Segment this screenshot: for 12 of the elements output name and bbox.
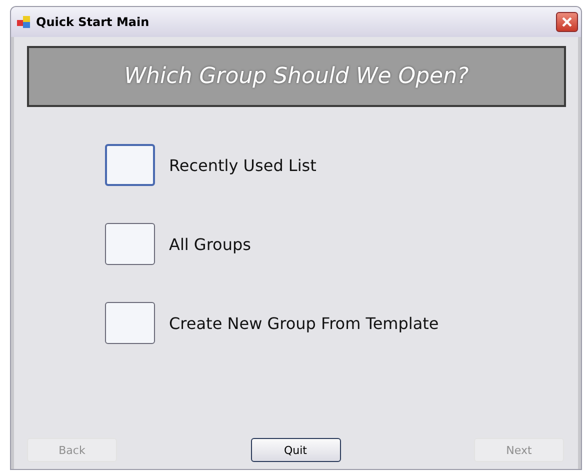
option-button[interactable] xyxy=(105,144,155,186)
option-button[interactable] xyxy=(105,302,155,344)
option-label: Create New Group From Template xyxy=(169,314,439,332)
option-label: All Groups xyxy=(169,234,251,254)
banner-heading: Which Group Should We Open? xyxy=(124,64,469,89)
option-button[interactable] xyxy=(105,223,155,265)
app-icon xyxy=(17,16,31,28)
window-title: Quick Start Main xyxy=(36,15,150,29)
close-icon xyxy=(561,16,573,28)
close-button[interactable] xyxy=(556,12,578,32)
dialog-button[interactable]: Quit xyxy=(250,438,340,462)
option-label: Recently Used List xyxy=(169,156,316,174)
